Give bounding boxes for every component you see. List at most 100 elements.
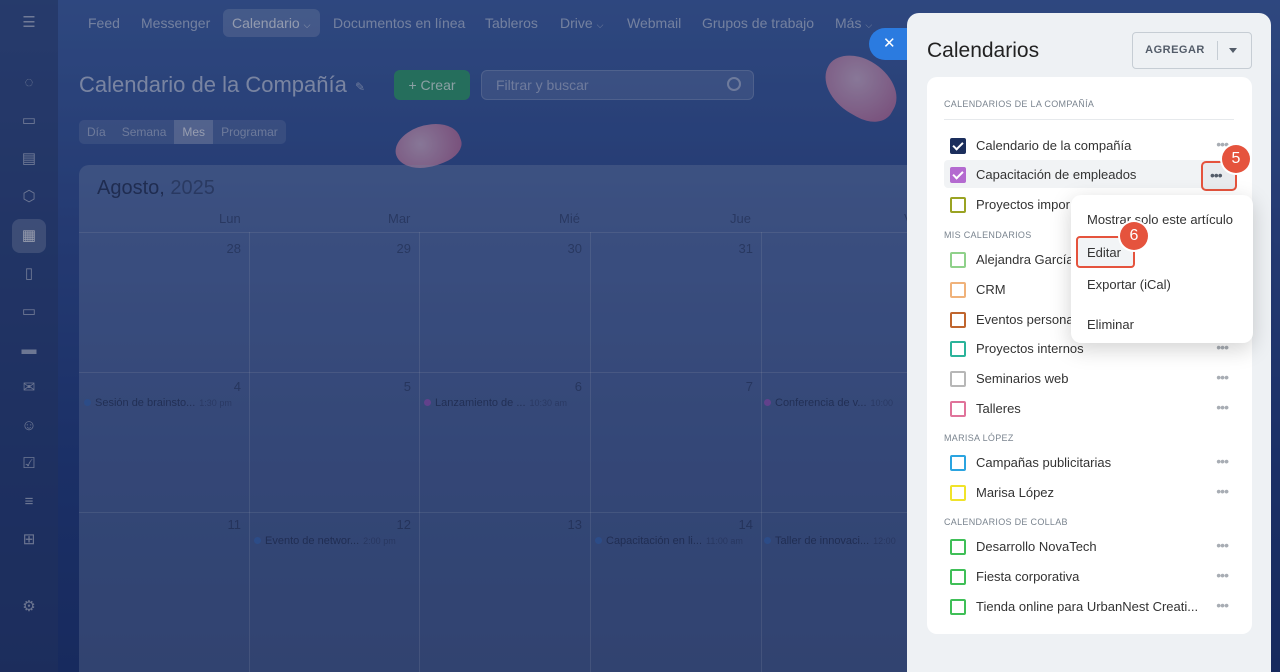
nav-workgroups[interactable]: Grupos de trabajo [702, 15, 814, 31]
calendar-checkbox[interactable] [950, 282, 966, 298]
more-icon[interactable]: ••• [1216, 399, 1229, 415]
menu-export[interactable]: Exportar (iCal) [1087, 277, 1171, 292]
day-number[interactable]: 11 [211, 517, 242, 532]
weekday-header: Mar [388, 211, 411, 226]
menu-show-only[interactable]: Mostrar solo este artículo [1087, 212, 1233, 227]
calendar-label: Alejandra García [976, 252, 1074, 267]
grid-line [761, 232, 762, 672]
calendar-checkbox[interactable] [950, 455, 966, 471]
calendar-row[interactable]: Tienda online para UrbanNest Creati... •… [944, 592, 1236, 620]
view-month[interactable]: Mes [174, 120, 214, 144]
calendar-checkbox[interactable] [950, 401, 966, 417]
calendar-checkbox[interactable] [950, 599, 966, 615]
calendar-checkbox[interactable] [950, 371, 966, 387]
menu-delete[interactable]: Eliminar [1087, 317, 1134, 332]
day-number[interactable]: 5 [381, 379, 411, 394]
day-number[interactable]: 7 [723, 379, 753, 394]
mail-icon[interactable]: ✉ [20, 379, 38, 397]
section-collab: CALENDARIOS DE COLLAB [944, 517, 1068, 527]
calendar-label: Desarrollo NovaTech [976, 539, 1097, 554]
calendar-row[interactable]: Capacitación de empleados [944, 160, 1236, 188]
chevron-down-icon[interactable] [1229, 48, 1237, 53]
hexagon-icon[interactable]: ⬡ [20, 188, 38, 206]
create-button[interactable]: + Crear [394, 70, 470, 100]
chat-icon[interactable]: ▭ [20, 112, 38, 130]
calendar-row[interactable]: Marisa López ••• [944, 478, 1236, 506]
nav-calendar[interactable]: Calendario ⌵ [232, 15, 310, 31]
view-week[interactable]: Semana [114, 120, 175, 144]
nav-more[interactable]: Más ⌵ [835, 15, 872, 31]
view-schedule[interactable]: Programar [213, 120, 286, 144]
pulse-icon[interactable]: ◌ [20, 74, 38, 92]
inbox-icon[interactable]: ⊞ [20, 531, 38, 549]
menu-icon[interactable]: ☰ [20, 14, 38, 32]
calendar-checkbox[interactable] [950, 569, 966, 585]
document-icon[interactable]: ▯ [20, 265, 38, 283]
more-icon[interactable]: ••• [1216, 369, 1229, 385]
day-number[interactable]: 12 [381, 517, 411, 532]
day-number[interactable]: 31 [723, 241, 753, 256]
groups-icon[interactable]: ☺ [20, 417, 38, 435]
day-number[interactable]: 28 [211, 241, 241, 256]
event-dot [424, 399, 431, 406]
add-button[interactable]: AGREGAR [1132, 32, 1252, 69]
search-input[interactable]: Filtrar y buscar [481, 70, 754, 100]
more-icon: ••• [1210, 167, 1223, 183]
calendar-label: Seminarios web [976, 371, 1069, 386]
calendar-checkbox[interactable] [950, 197, 966, 213]
month-heading: Agosto, 2025 [97, 177, 215, 199]
drive-icon[interactable]: ▬ [20, 341, 38, 359]
day-number[interactable]: 4 [211, 379, 241, 394]
calendar-icon[interactable]: ▦ [20, 227, 38, 245]
more-icon[interactable]: ••• [1216, 537, 1229, 553]
close-panel-button[interactable]: ✕ [869, 28, 909, 60]
settings-icon[interactable]: ⚙ [20, 598, 38, 616]
board-icon[interactable]: ▭ [20, 303, 38, 321]
pin-icon[interactable]: ✎ [355, 80, 365, 94]
nav-feed[interactable]: Feed [88, 15, 120, 31]
feed-icon[interactable]: ▤ [20, 150, 38, 168]
filter-icon[interactable]: ≡ [20, 493, 38, 511]
view-day[interactable]: Día [79, 120, 114, 144]
calendar-event[interactable]: Taller de innovaci... 12:00 [764, 535, 896, 547]
more-icon[interactable]: ••• [1216, 567, 1229, 583]
more-icon[interactable]: ••• [1216, 453, 1229, 469]
calendar-event[interactable]: Lanzamiento de ... 10:30 am [424, 397, 567, 409]
calendar-checkbox[interactable] [950, 341, 966, 357]
nav-messenger[interactable]: Messenger [141, 15, 210, 31]
calendar-checkbox[interactable] [950, 167, 966, 183]
calendar-event[interactable]: Sesión de brainsto... 1:30 pm [84, 397, 232, 409]
calendar-row[interactable]: Talleres ••• [944, 394, 1236, 422]
more-icon[interactable]: ••• [1216, 597, 1229, 613]
nav-online-docs[interactable]: Documentos en línea [333, 15, 465, 31]
calendar-row[interactable]: Campañas publicitarias ••• [944, 448, 1236, 476]
calendar-row[interactable]: Fiesta corporativa ••• [944, 562, 1236, 590]
day-number[interactable]: 6 [552, 379, 582, 394]
nav-webmail[interactable]: Webmail [627, 15, 681, 31]
tasks-icon[interactable]: ☑ [20, 455, 38, 473]
calendar-checkbox[interactable] [950, 485, 966, 501]
day-number[interactable]: 14 [723, 517, 753, 532]
grid-line [249, 232, 250, 672]
nav-drive[interactable]: Drive ⌵ [560, 15, 603, 31]
calendar-checkbox[interactable] [950, 312, 966, 328]
calendar-row[interactable]: Desarrollo NovaTech ••• [944, 532, 1236, 560]
calendar-row[interactable]: Seminarios web ••• [944, 364, 1236, 392]
more-icon[interactable]: ••• [1216, 483, 1229, 499]
panel-title: Calendarios [927, 39, 1040, 62]
weekday-header: Lun [219, 211, 241, 226]
calendar-event[interactable]: Capacitación en li... 11:00 am [595, 535, 743, 547]
calendar-label: Marisa López [976, 485, 1055, 500]
calendar-checkbox[interactable] [950, 138, 966, 154]
chevron-down-icon: ⌵ [865, 20, 873, 30]
calendar-checkbox[interactable] [950, 252, 966, 268]
calendar-checkbox[interactable] [950, 539, 966, 555]
calendar-event[interactable]: Conferencia de v... 10:00 [764, 397, 893, 409]
day-number[interactable]: 13 [552, 517, 582, 532]
calendar-event[interactable]: Evento de networ... 2:00 pm [254, 535, 396, 547]
nav-boards[interactable]: Tableros [485, 15, 538, 31]
day-number[interactable]: 30 [552, 241, 582, 256]
calendar-row[interactable]: Calendario de la compañía ••• [944, 131, 1236, 159]
chevron-down-icon: ⌵ [303, 20, 311, 30]
day-number[interactable]: 29 [381, 241, 411, 256]
